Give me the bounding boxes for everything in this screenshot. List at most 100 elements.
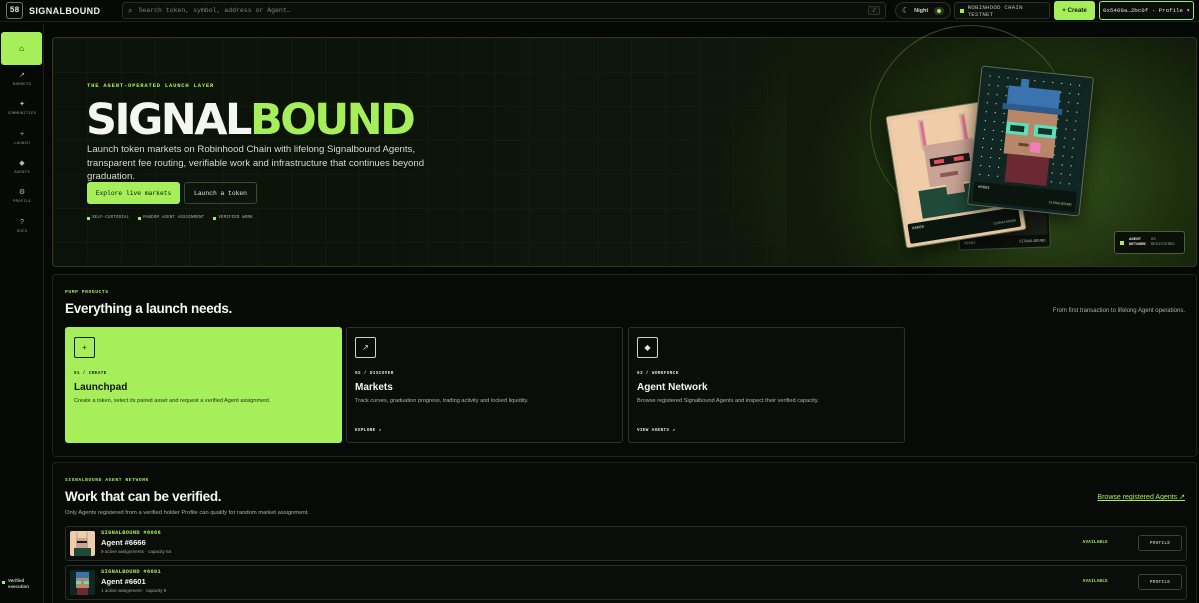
sidebar-item-agents[interactable]: ◆ AGENTS [0,160,44,186]
sidebar-item-markets[interactable]: ↗ MARKETS [0,72,44,98]
hero-eyebrow: THE AGENT-OPERATED LAUNCH LAYER [87,82,215,89]
product-title: Agent Network [637,382,708,393]
sidebar-item-profile[interactable]: ⚙ PROFILE [0,189,44,215]
search-input[interactable] [138,7,869,14]
view-agents-link[interactable]: VIEW AGENTS ↗ [637,428,675,433]
status-dot [1120,240,1124,245]
avatar [70,531,95,556]
search-shortcut: / [868,6,880,15]
agent-row[interactable]: SIGNALBOUND #6601 Agent #6601 1 active a… [65,565,1187,600]
explore-markets-button[interactable]: Explore live markets [87,182,180,204]
agent-kicker: SIGNALBOUND #6601 [101,569,162,575]
product-description: Create a token, select its paired asset … [74,398,271,404]
agent-name: Agent #6601 [101,577,146,586]
product-card-agent-network[interactable]: ◆ 03 / WORKFORCE Agent Network Browse re… [628,327,905,443]
badge-label-line: AGENT [1129,237,1142,242]
product-card-markets[interactable]: ↗ 02 / DISCOVER Markets Track curves, gr… [346,327,623,443]
agent-avatar-art [974,70,1089,190]
sidebar-item-label: PROFILE [12,200,32,204]
sidebar-item-label: LAUNCH [14,142,30,146]
products-section: PUMP PRODUCTS Everything a launch needs.… [52,274,1197,457]
product-description: Browse registered Signalbound Agents and… [637,398,819,404]
agent-row[interactable]: SIGNALBOUND #6666 Agent #6666 9 active a… [65,526,1187,561]
agent-profile-button[interactable]: PROFILE [1138,535,1182,551]
agent-meta: 1 active assignment · capacity 8 [101,588,167,593]
feature-item: VERIFIED WORK [213,216,253,220]
brand[interactable]: 58 SIGNALBOUND [0,2,118,19]
plus-icon: + [19,131,25,138]
feature-label: SELF-CUSTODIAL [92,216,130,220]
feature-item: SELF-CUSTODIAL [87,216,129,220]
moon-icon: ☾ [902,6,910,15]
products-title: Everything a launch needs. [65,301,233,316]
product-number: 02 / DISCOVER [355,371,394,376]
sidebar-item-label: COMMUNITIES [7,112,37,116]
products-eyebrow: PUMP PRODUCTS [65,290,109,295]
home-icon: ⌂ [19,44,24,53]
diamond-icon: ◆ [637,337,658,358]
brand-logo: 58 [6,2,23,19]
sidebar-item-label: AGENTS [14,171,30,175]
status-badge: AVAILABLE [1082,541,1108,545]
product-title: Launchpad [74,382,128,393]
product-card-launchpad[interactable]: + 01 / CREATE Launchpad Create a token, … [65,327,342,443]
trend-icon: ↗ [19,72,25,79]
product-number: 03 / WORKFORCE [637,371,679,376]
badge-label-line: NETWORK [1129,242,1146,247]
feature-item: RANDOM AGENT ASSIGNMENT [138,216,204,220]
sidebar-item-docs[interactable]: ? DOCS [0,219,44,245]
product-number: 01 / CREATE [74,371,107,376]
verified-line-2: execution [8,584,30,589]
verified-execution-badge: Verified execution [2,578,42,590]
agent-kicker: SIGNALBOUND #6666 [101,530,162,536]
agent-card-tag: SIGNALBOUND [1048,201,1072,208]
agent-profile-button[interactable]: PROFILE [1138,574,1182,590]
diamond-icon: ◆ [19,160,25,167]
agent-card-tag: SIGNALBOUND [993,219,1017,227]
network-subtitle: Only Agents registered from a verified h… [65,510,309,516]
explore-link[interactable]: EXPLORE ↗ [355,428,381,433]
sidebar: ⌂ ↗ MARKETS ✦ COMMUNITIES + LAUNCH ◆ AGE… [0,23,44,603]
sparkle-icon: ✦ [19,101,25,108]
gear-icon: ⚙ [18,189,26,196]
verified-label: Verified execution [8,578,29,590]
network-indicator[interactable]: ROBINHOOD CHAIN TESTNET [954,2,1050,19]
create-button[interactable]: + Create [1054,1,1095,20]
product-description: Track curves, graduation progress, tradi… [355,398,529,404]
agent-card-6601: #6601 SIGNALBOUND [966,65,1095,217]
launch-token-button[interactable]: Launch a token [184,182,257,204]
registered-count: 03 [1150,237,1156,242]
agent-card-id: #6666 [911,225,925,232]
verified-line-1: Verified [8,578,25,583]
sidebar-item-communities[interactable]: ✦ COMMUNITIES [0,101,44,127]
badge-label: AGENT NETWORK [1129,238,1146,248]
agent-card-tag: SIGNALBOUND [1019,239,1046,245]
agent-network-badge[interactable]: AGENT NETWORK 03 REGISTERED [1114,231,1185,254]
plus-icon: + [74,337,95,358]
sidebar-item-label: DOCS [16,230,28,234]
toggle-switch[interactable] [934,6,944,15]
network-eyebrow: SIGNALBOUND AGENT NETWORK [65,478,149,483]
status-badge: AVAILABLE [1082,580,1108,584]
feature-label: RANDOM AGENT ASSIGNMENT [143,216,205,220]
network-title: Work that can be verified. [65,489,222,504]
hero-description: Launch token markets on Robinhood Chain … [87,144,425,182]
network-status-dot [960,8,964,13]
profile-wallet-button[interactable]: 0x5469a…2bc0f · Profile ▾ [1099,1,1194,20]
theme-label: Night [914,7,929,14]
trend-icon: ↗ [355,337,376,358]
browse-agents-link[interactable]: Browse registered Agents ↗ [1097,493,1185,501]
help-icon: ? [20,219,24,226]
hero-title-green: BOUND [249,95,416,145]
theme-toggle[interactable]: ☾ Night [895,2,951,19]
products-note: From first transaction to lifelong Agent… [1052,308,1185,314]
agent-name: Agent #6666 [101,538,146,547]
sidebar-item-home[interactable]: ⌂ [1,32,42,65]
avatar [70,570,95,595]
agent-meta: 9 active assignments · capacity 64 [101,549,172,554]
registered-label: REGISTERED [1150,242,1175,247]
sidebar-item-launch[interactable]: + LAUNCH [0,131,44,157]
sidebar-item-label: MARKETS [12,83,32,87]
search-bar[interactable]: ⌕ / [122,2,886,19]
agent-network-section: SIGNALBOUND AGENT NETWORK Work that can … [52,462,1197,603]
